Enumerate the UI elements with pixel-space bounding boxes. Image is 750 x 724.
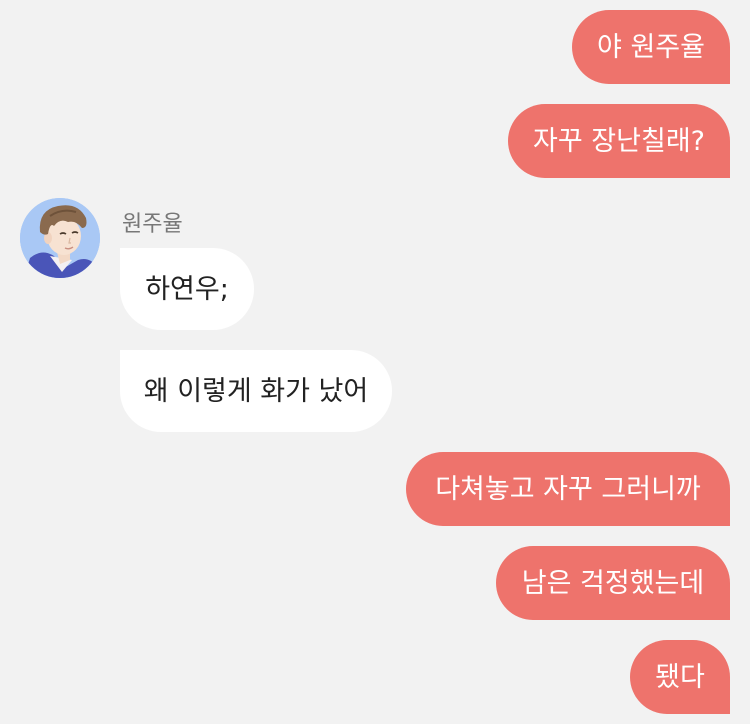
incoming-message-bubble[interactable]: 하연우; (120, 248, 254, 330)
message-text: 남은 걱정했는데 (521, 567, 705, 599)
outgoing-message-bubble[interactable]: 야 원주율 (572, 10, 730, 84)
chat-thread: 야 원주율 자꾸 장난칠래? 원주율 하연우; 왜 이렇게 화가 났어 다쳐놓고… (0, 0, 750, 724)
outgoing-message-bubble[interactable]: 됐다 (630, 640, 730, 714)
sender-name: 원주율 (122, 212, 183, 237)
message-text: 왜 이렇게 화가 났어 (143, 375, 369, 407)
outgoing-message-bubble[interactable]: 남은 걱정했는데 (496, 546, 730, 620)
incoming-message-bubble[interactable]: 왜 이렇게 화가 났어 (120, 350, 392, 432)
outgoing-message-bubble[interactable]: 다쳐놓고 자꾸 그러니까 (406, 452, 730, 526)
message-text: 자꾸 장난칠래? (533, 125, 705, 157)
message-text: 됐다 (655, 661, 705, 693)
message-text: 야 원주율 (597, 31, 705, 63)
outgoing-message-bubble[interactable]: 자꾸 장난칠래? (508, 104, 730, 178)
profile-portrait-icon (20, 198, 100, 278)
contact-avatar[interactable] (20, 198, 100, 278)
message-text: 하연우; (145, 273, 229, 305)
message-text: 다쳐놓고 자꾸 그러니까 (435, 473, 701, 505)
